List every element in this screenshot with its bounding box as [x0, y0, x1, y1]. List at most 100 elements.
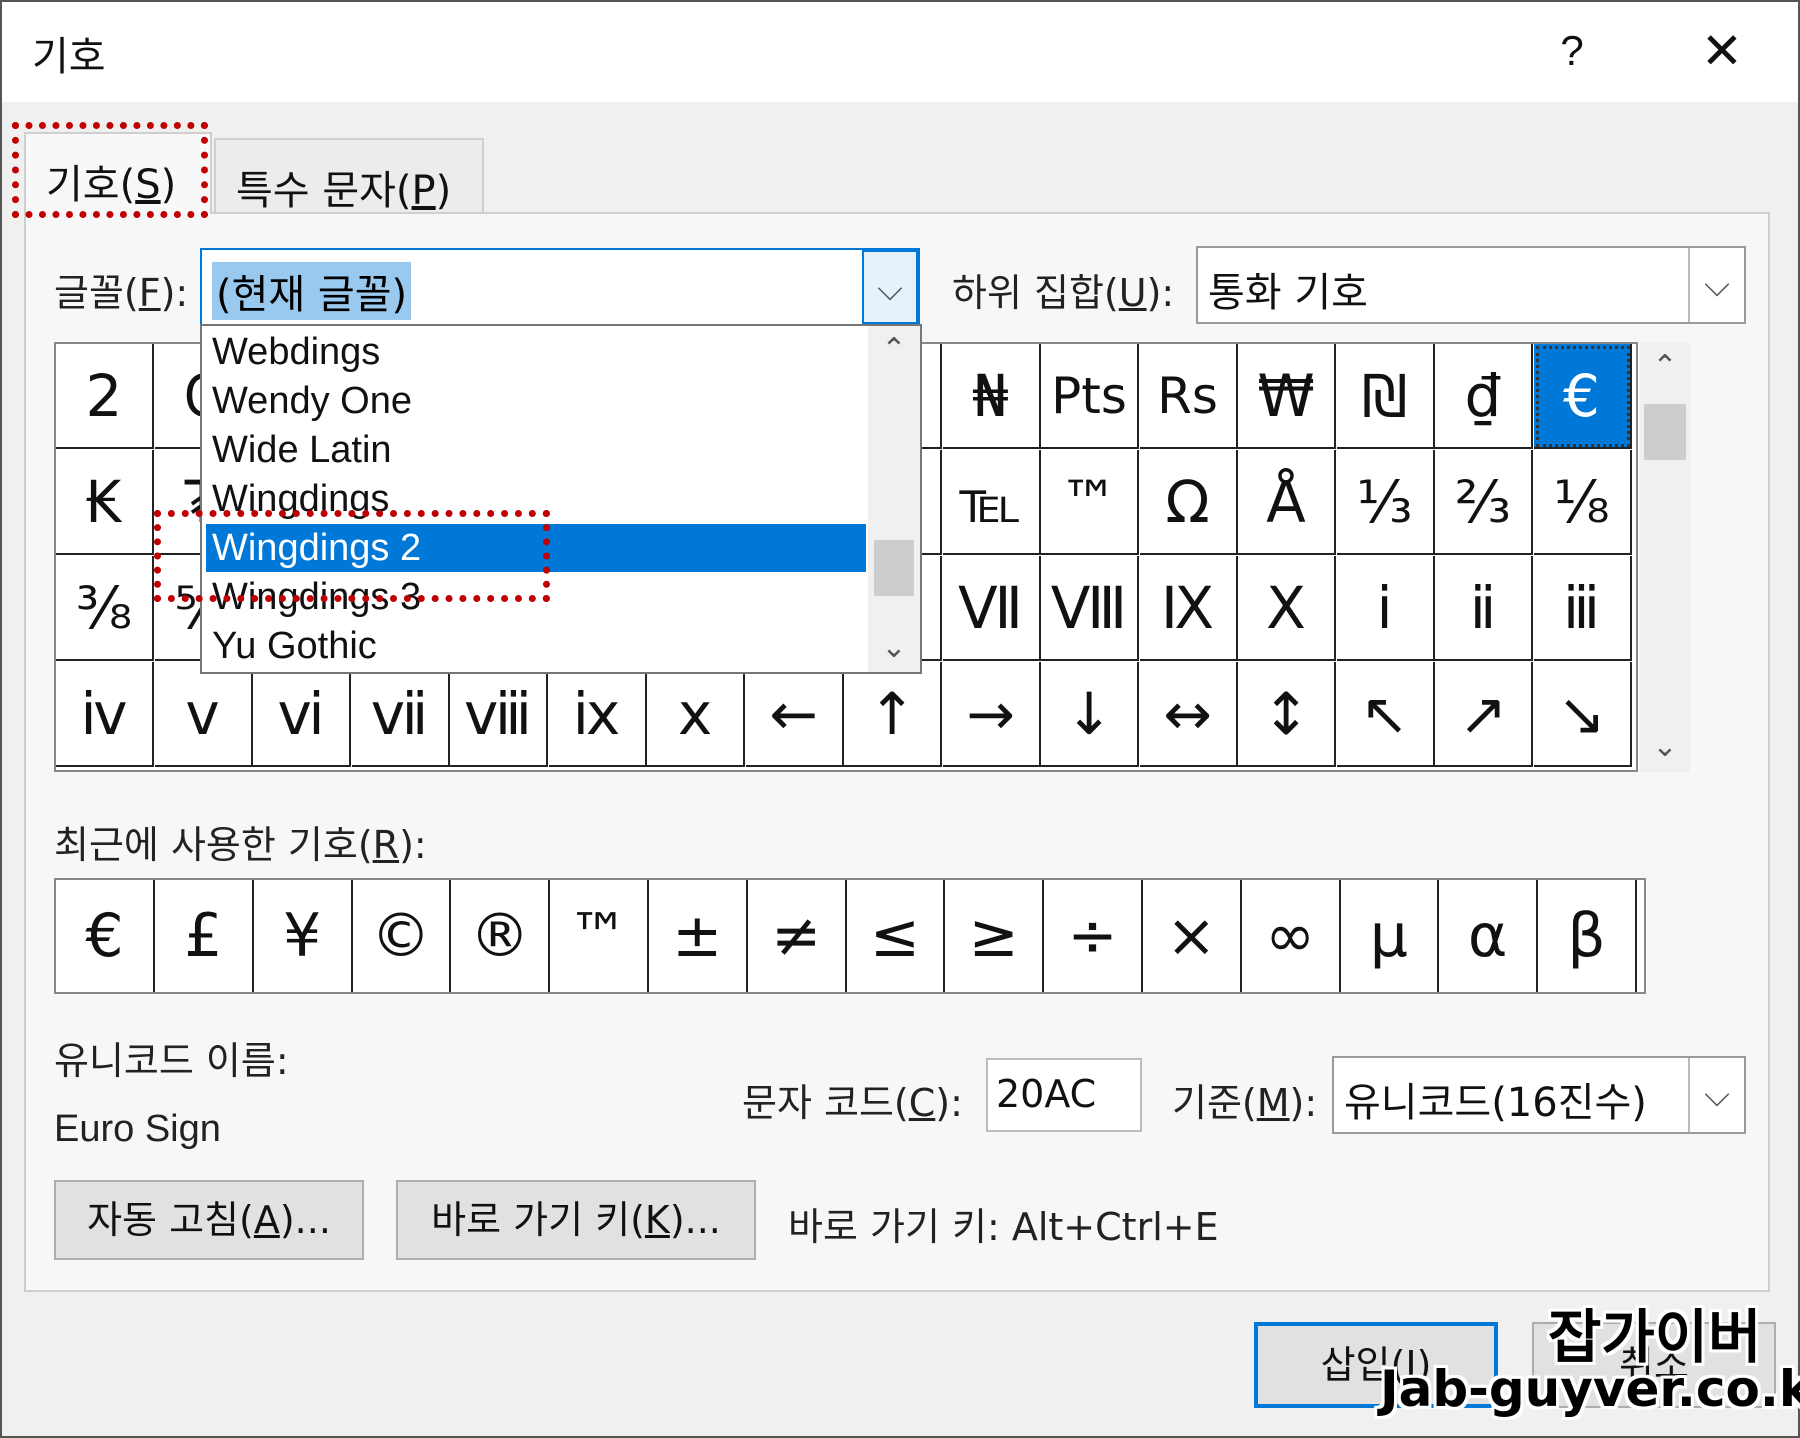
symbol-cell[interactable]: ₭ [56, 450, 154, 555]
symbol-cell[interactable]: ↑ [844, 662, 942, 767]
symbol-cell[interactable]: → [942, 662, 1041, 767]
font-option[interactable]: Wendy One [206, 377, 866, 425]
font-option[interactable]: Wingdings [206, 475, 866, 523]
watermark-url: Jab-guyver.co.kr [1380, 1360, 1800, 1418]
from-select-value: 유니코드(16진수) [1344, 1080, 1647, 1126]
symbol-cell[interactable]: ⅵ [253, 662, 351, 767]
font-select-value: (현재 글꼴) [212, 262, 412, 320]
symbol-cell[interactable]: ⅓ [1336, 450, 1435, 555]
font-label: 글꼴(F): [54, 271, 189, 315]
unicode-name-value: Euro Sign [54, 1108, 221, 1150]
subset-label: 하위 집합(U): [952, 271, 1175, 315]
symbol-cell[interactable]: Ⅹ [1238, 556, 1336, 661]
shortcut-key-info: 바로 가기 키: Alt+Ctrl+E [788, 1205, 1219, 1249]
symbol-cell[interactable]: ⅹ [647, 662, 745, 767]
scroll-down-icon[interactable]: ⌄ [1640, 722, 1690, 772]
recent-symbol-cell[interactable]: ∞ [1242, 880, 1341, 992]
symbol-cell[interactable]: 2 [56, 344, 154, 449]
font-dropdown-scrollbar[interactable]: ⌃ ⌄ [868, 326, 920, 672]
symbol-grid-scrollbar[interactable]: ⌃ ⌄ [1640, 342, 1690, 772]
autocorrect-button[interactable]: 자동 고침(A)... [54, 1180, 364, 1260]
font-option[interactable]: Wide Latin [206, 426, 866, 474]
symbol-cell[interactable]: ⅳ [56, 662, 154, 767]
recent-symbol-cell[interactable]: × [1143, 880, 1242, 992]
dialog-title: 기호 [32, 34, 106, 80]
font-dropdown-list: Webdings Wendy One Wide Latin Wingdings Wing… [200, 324, 922, 674]
recent-symbol-cell[interactable]: © [352, 880, 452, 992]
chevron-down-icon[interactable]: ⌵ [862, 250, 918, 324]
font-option[interactable]: Wingdings 2 [206, 524, 866, 572]
symbol-cell[interactable]: ⅶ [351, 662, 450, 767]
symbol-cell[interactable]: Rs [1139, 344, 1238, 449]
symbol-cell[interactable]: ↗ [1435, 662, 1533, 767]
subset-select-value: 통화 기호 [1208, 270, 1368, 316]
scroll-up-icon[interactable]: ⌃ [1640, 342, 1690, 392]
chevron-down-icon[interactable]: ⌵ [1688, 1058, 1744, 1132]
scroll-up-icon[interactable]: ⌃ [868, 326, 920, 374]
recent-symbol-cell[interactable]: α [1439, 880, 1539, 992]
symbol-cell[interactable]: ₩ [1238, 344, 1336, 449]
symbol-cell[interactable]: ← [745, 662, 844, 767]
close-button[interactable]: ✕ [1692, 16, 1752, 86]
from-select[interactable]: 유니코드(16진수) ⌵ [1332, 1056, 1746, 1134]
symbol-cell[interactable]: ⅱ [1435, 556, 1533, 661]
symbol-cell[interactable]: ↕ [1238, 662, 1336, 767]
symbol-cell[interactable]: ⅲ [1533, 556, 1632, 661]
symbol-cell[interactable]: ⅜ [56, 556, 154, 661]
chevron-down-icon[interactable]: ⌵ [1688, 248, 1744, 322]
scrollbar-thumb[interactable] [1644, 404, 1686, 460]
symbol-cell[interactable]: ₪ [1336, 344, 1435, 449]
symbol-cell[interactable]: Ω [1139, 450, 1238, 555]
recent-symbol-cell[interactable]: ÷ [1044, 880, 1143, 992]
shortcut-key-button[interactable]: 바로 가기 키(K)... [396, 1180, 756, 1260]
symbol-cell[interactable]: Ⅷ [1041, 556, 1139, 661]
font-option[interactable]: Yu Gothic [206, 622, 866, 670]
symbol-cell[interactable]: ₫ [1435, 344, 1533, 449]
symbol-cell[interactable]: ℡ [942, 450, 1041, 555]
recent-symbol-cell[interactable]: ≠ [748, 880, 847, 992]
symbol-cell[interactable]: ™ [1041, 450, 1139, 555]
recent-symbol-cell[interactable]: ® [451, 880, 551, 992]
symbol-cell[interactable]: ⅸ [548, 662, 647, 767]
symbol-cell[interactable]: Å [1238, 450, 1336, 555]
symbol-cell[interactable]: ↘ [1533, 662, 1632, 767]
symbol-cell[interactable]: ↖ [1336, 662, 1435, 767]
scrollbar-thumb[interactable] [874, 540, 914, 596]
char-code-input[interactable]: 20AC [986, 1058, 1142, 1132]
subset-select[interactable]: 통화 기호 ⌵ [1196, 246, 1746, 324]
symbol-cell[interactable]: ⅛ [1533, 450, 1632, 555]
scroll-down-icon[interactable]: ⌄ [868, 624, 920, 672]
recent-symbols-grid: € £ ¥ © ® ™ ± ≠ ≤ ≥ ÷ × ∞ µ α β [54, 878, 1646, 994]
symbol-cell[interactable]: € [1533, 344, 1632, 449]
recent-symbol-cell[interactable]: € [56, 880, 155, 992]
symbol-cell[interactable]: ⅷ [450, 662, 548, 767]
symbol-cell[interactable]: Ⅶ [942, 556, 1041, 661]
recent-symbol-cell[interactable]: β [1538, 880, 1637, 992]
title-bar: 기호 ? ✕ [2, 2, 1798, 102]
font-select[interactable]: (현재 글꼴) ⌵ [200, 248, 920, 326]
symbol-cell[interactable]: Pts [1041, 344, 1139, 449]
recent-symbol-cell[interactable]: ≤ [846, 880, 946, 992]
symbol-cell[interactable]: ₦ [942, 344, 1041, 449]
font-option[interactable]: Wingdings 3 [206, 573, 866, 621]
tab-symbols[interactable]: 기호(S) [24, 132, 212, 214]
recent-symbol-cell[interactable]: ≥ [945, 880, 1045, 992]
char-code-label: 문자 코드(C): [742, 1081, 963, 1125]
recent-symbol-cell[interactable]: ± [649, 880, 748, 992]
symbol-cell[interactable]: ⅔ [1435, 450, 1533, 555]
tab-symbols-label: 기호(S) [46, 162, 177, 208]
font-option[interactable]: Webdings [206, 328, 866, 376]
recent-symbols-label: 최근에 사용한 기호(R): [54, 823, 427, 867]
symbol-cell[interactable]: ⅰ [1336, 556, 1435, 661]
help-button[interactable]: ? [1542, 16, 1602, 86]
recent-symbol-cell[interactable]: ™ [550, 880, 649, 992]
recent-symbol-cell[interactable]: £ [155, 880, 254, 992]
symbol-cell[interactable]: ↓ [1041, 662, 1139, 767]
tab-special-characters[interactable]: 특수 문자(P) [214, 138, 484, 220]
recent-symbol-cell[interactable]: µ [1340, 880, 1440, 992]
recent-symbol-cell[interactable]: ¥ [254, 880, 353, 992]
symbol-cell[interactable]: Ⅸ [1139, 556, 1238, 661]
symbol-cell[interactable]: ⅴ [154, 662, 253, 767]
from-label: 기준(M): [1172, 1081, 1318, 1125]
symbol-cell[interactable]: ↔ [1139, 662, 1238, 767]
